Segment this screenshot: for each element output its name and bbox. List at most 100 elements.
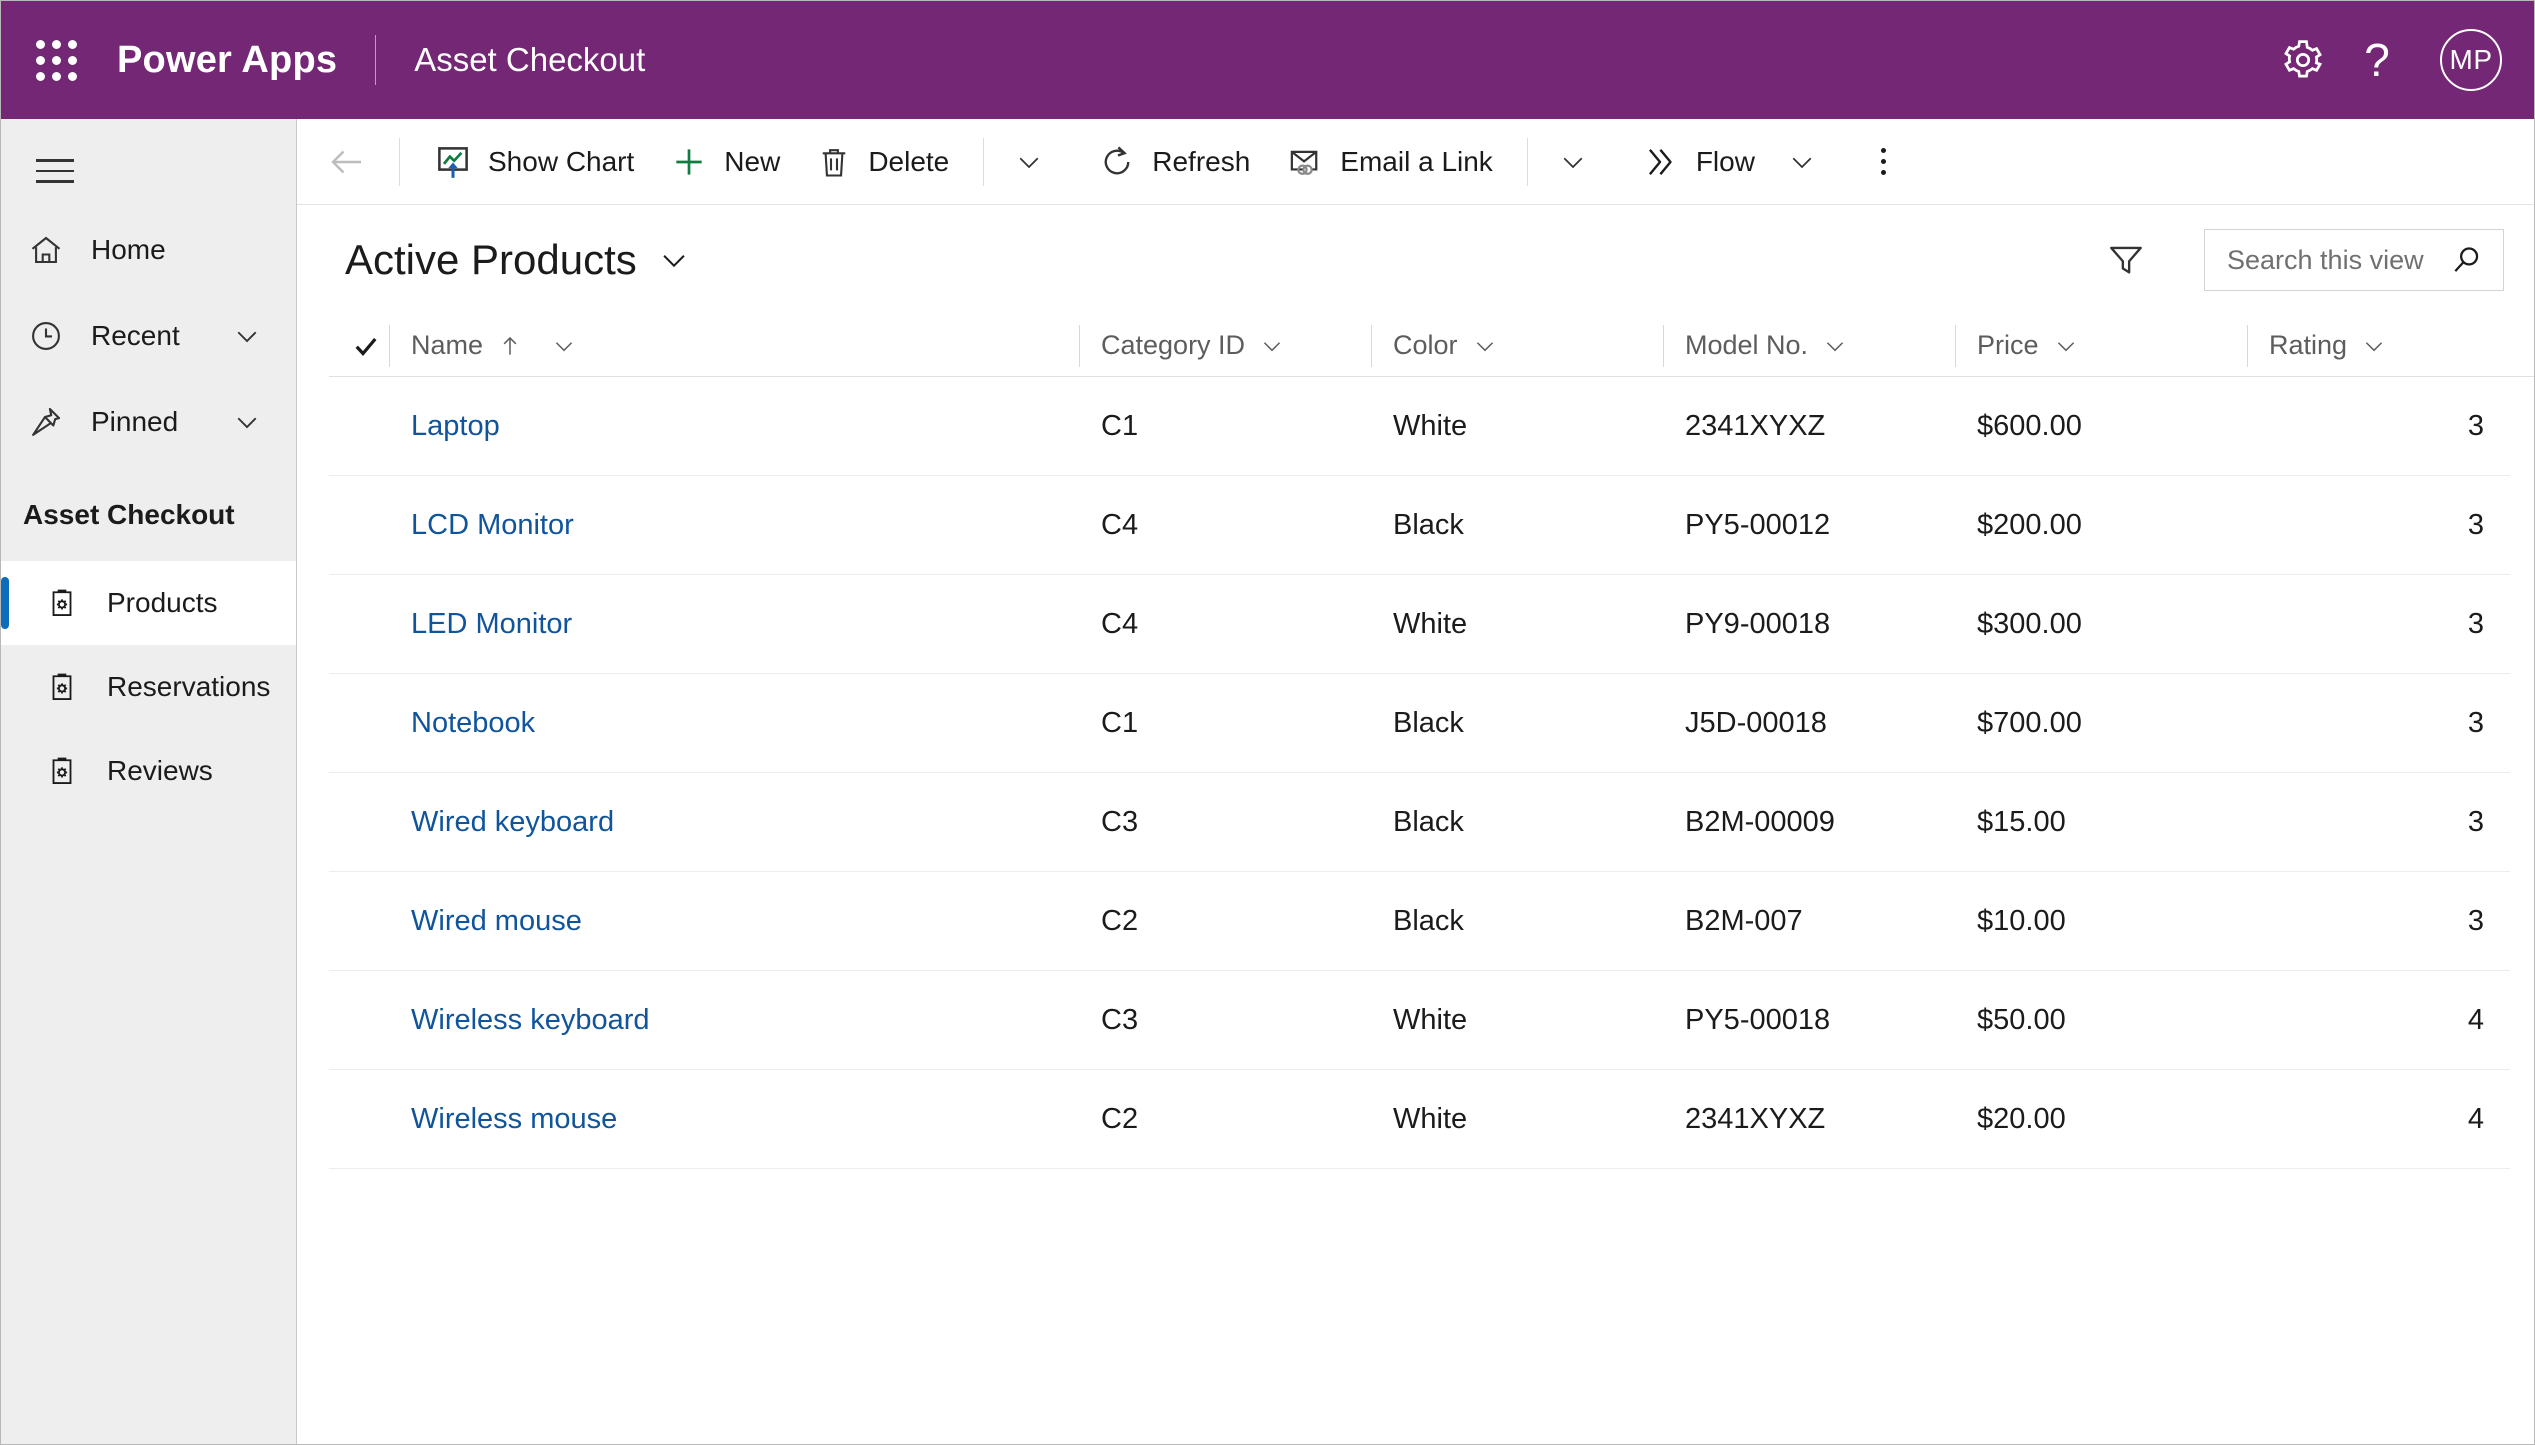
- more-commands-icon[interactable]: [1853, 126, 1915, 198]
- cell-name[interactable]: Wired mouse: [389, 905, 1079, 938]
- cell-model-no: PY5-00018: [1663, 1004, 1955, 1037]
- command-bar: Show Chart New Delete Refresh Email a Li…: [297, 119, 2534, 205]
- table-row[interactable]: LED Monitor C4 White PY9-00018 $300.00 3: [329, 575, 2510, 674]
- sidebar-item-label: Home: [91, 234, 166, 265]
- cell-rating-text: 3: [2467, 805, 2484, 838]
- cell-price: $300.00: [1955, 608, 2247, 641]
- cell-color: White: [1371, 1004, 1663, 1037]
- flow-chevron-down-icon[interactable]: [1773, 126, 1831, 198]
- chevron-down-icon[interactable]: [232, 321, 262, 351]
- column-header-model-no[interactable]: Model No.: [1663, 315, 1955, 377]
- sidebar-item-products[interactable]: Products: [1, 561, 296, 645]
- new-button[interactable]: New: [652, 126, 798, 198]
- select-all-checkbox[interactable]: [343, 331, 389, 361]
- gear-icon[interactable]: [2266, 23, 2340, 97]
- table-row[interactable]: Wired mouse C2 Black B2M-007 $10.00 3: [329, 872, 2510, 971]
- column-header-category-id[interactable]: Category ID: [1079, 315, 1371, 377]
- search-icon[interactable]: [2449, 242, 2485, 278]
- cell-name[interactable]: Laptop: [389, 410, 1079, 443]
- cell-name[interactable]: LED Monitor: [389, 608, 1079, 641]
- table-row[interactable]: Notebook C1 Black J5D-00018 $700.00 3: [329, 674, 2510, 773]
- back-arrow-icon[interactable]: [311, 126, 383, 198]
- table-row[interactable]: Wireless mouse C2 White 2341XYXZ $20.00 4: [329, 1070, 2510, 1169]
- table-row[interactable]: LCD Monitor C4 Black PY5-00012 $200.00 3: [329, 476, 2510, 575]
- email-overflow-chevron-down-icon[interactable]: [1544, 126, 1602, 198]
- table-row[interactable]: Laptop C1 White 2341XYXZ $600.00 3: [329, 377, 2510, 476]
- chevron-down-icon[interactable]: [1259, 333, 1285, 359]
- trash-icon: [816, 144, 852, 180]
- column-header-price[interactable]: Price: [1955, 315, 2247, 377]
- cell-price-text: $200.00: [1977, 508, 2082, 541]
- search-input[interactable]: [2227, 244, 2439, 276]
- filter-icon[interactable]: [2094, 228, 2158, 292]
- grid-rows: Laptop C1 White 2341XYXZ $600.00 3 LCD Monitor…: [329, 377, 2534, 1432]
- column-header-rating[interactable]: Rating: [2247, 315, 2510, 377]
- search-box[interactable]: [2204, 229, 2504, 291]
- table-row[interactable]: Wired keyboard C3 Black B2M-00009 $15.00 3: [329, 773, 2510, 872]
- sidebar-item-reviews[interactable]: Reviews: [1, 729, 296, 813]
- help-icon[interactable]: ?: [2340, 23, 2414, 97]
- cell-rating: 3: [2247, 509, 2510, 542]
- avatar[interactable]: MP: [2440, 29, 2502, 91]
- email-a-link-button[interactable]: Email a Link: [1268, 126, 1511, 198]
- cell-category-id: C1: [1079, 410, 1371, 443]
- refresh-button[interactable]: Refresh: [1080, 126, 1268, 198]
- power-apps-window: Power Apps Asset Checkout ? MP Home Rece…: [0, 0, 2535, 1445]
- chevron-down-icon[interactable]: [1822, 333, 1848, 359]
- sidebar-item-pinned[interactable]: Pinned: [1, 379, 296, 465]
- chevron-down-icon[interactable]: [2053, 333, 2079, 359]
- cell-color: White: [1371, 608, 1663, 641]
- command-divider: [983, 137, 985, 186]
- cell-category-id-text: C1: [1101, 706, 1139, 739]
- grid-header-row: Name Category ID Color Model No. Price R…: [329, 315, 2534, 377]
- chevron-down-icon[interactable]: [232, 407, 262, 437]
- status-bar: [297, 1432, 2534, 1444]
- brand-title[interactable]: Power Apps: [117, 39, 337, 82]
- cell-name-text: LED Monitor: [411, 607, 573, 640]
- cell-price: $20.00: [1955, 1103, 2247, 1136]
- sidebar-item-home[interactable]: Home: [1, 207, 296, 293]
- hamburger-menu-icon[interactable]: [19, 135, 91, 207]
- app-launcher-icon[interactable]: [23, 27, 89, 93]
- cell-name[interactable]: Notebook: [389, 707, 1079, 740]
- cell-name[interactable]: Wireless keyboard: [389, 1004, 1079, 1037]
- column-label: Color: [1393, 330, 1458, 360]
- column-label: Category ID: [1101, 330, 1246, 360]
- delete-button[interactable]: Delete: [798, 126, 967, 198]
- cell-category-id-text: C4: [1101, 508, 1139, 541]
- column-header-name[interactable]: Name: [389, 315, 1079, 377]
- chevron-down-icon[interactable]: [2361, 333, 2387, 359]
- cell-name[interactable]: LCD Monitor: [389, 509, 1079, 542]
- table-row[interactable]: Wireless keyboard C3 White PY5-00018 $50.00 4: [329, 971, 2510, 1070]
- view-selector[interactable]: Active Products: [345, 236, 691, 284]
- show-chart-button[interactable]: Show Chart: [416, 126, 652, 198]
- sidebar-item-label: Pinned: [91, 406, 179, 437]
- command-label: Flow: [1695, 145, 1755, 177]
- column-header-color[interactable]: Color: [1371, 315, 1663, 377]
- sidebar-item-reservations[interactable]: Reservations: [1, 645, 296, 729]
- cell-category-id-text: C3: [1101, 1003, 1139, 1036]
- chevron-down-icon[interactable]: [551, 333, 577, 359]
- chevron-down-icon[interactable]: [1472, 333, 1498, 359]
- header-divider: [375, 35, 377, 85]
- cell-model-no-text: B2M-007: [1685, 904, 1803, 937]
- sidebar-item-label: Products: [107, 587, 218, 618]
- view-bar: Active Products: [297, 205, 2534, 315]
- cell-name[interactable]: Wired keyboard: [389, 806, 1079, 839]
- command-divider: [1526, 137, 1528, 186]
- cell-price-text: $300.00: [1977, 607, 2082, 640]
- cell-rating-text: 3: [2467, 706, 2484, 739]
- cell-model-no-text: PY5-00018: [1685, 1003, 1831, 1036]
- cell-name-text: Notebook: [411, 706, 536, 739]
- cell-rating: 3: [2247, 608, 2510, 641]
- cell-name[interactable]: Wireless mouse: [389, 1103, 1079, 1136]
- entity-icon: [39, 586, 85, 620]
- sidebar-item-recent[interactable]: Recent: [1, 293, 296, 379]
- chevron-down-icon[interactable]: [657, 243, 691, 277]
- plus-icon: [670, 143, 708, 181]
- command-label: Refresh: [1152, 145, 1251, 177]
- delete-overflow-chevron-down-icon[interactable]: [1000, 126, 1058, 198]
- cell-color-text: Black: [1393, 508, 1464, 541]
- home-icon: [23, 232, 69, 268]
- flow-button[interactable]: Flow: [1624, 126, 1773, 198]
